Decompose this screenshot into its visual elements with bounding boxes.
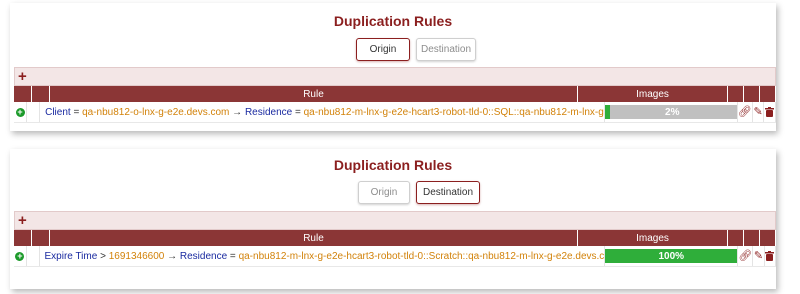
expand-cell: + bbox=[14, 246, 27, 266]
rules-grid: + Rule Images + Expire Time > 1691346600… bbox=[14, 211, 777, 267]
link-icon[interactable]: 🔗︎ bbox=[738, 250, 752, 262]
header-cell-delete bbox=[760, 230, 776, 246]
link-cell: 🔗︎ bbox=[738, 246, 754, 266]
images-column-header: Images bbox=[578, 230, 728, 246]
link-icon[interactable]: 🔗︎ bbox=[738, 106, 752, 118]
rule-text: Expire Time > 1691346600 → Residence = q… bbox=[45, 251, 605, 262]
header-cell-link bbox=[728, 230, 744, 246]
header-cell-blank bbox=[32, 230, 50, 246]
trash-icon[interactable] bbox=[765, 251, 775, 261]
images-cell: 2% bbox=[604, 102, 738, 122]
rule-segment: qa-nbu812-m-lnx-g-e2e-hcart3-robot-tld-0… bbox=[303, 106, 604, 118]
rule-segment: = bbox=[70, 106, 83, 118]
table-row: + Client = qa-nbu812-o-lnx-g-e2e.devs.co… bbox=[14, 102, 776, 123]
expand-cell: + bbox=[14, 102, 28, 122]
rules-grid: + Rule Images + Client = qa-nbu812-o-lnx… bbox=[14, 67, 776, 123]
add-rule-button[interactable]: + bbox=[18, 68, 27, 85]
origin-destination-toggle: Origin Destination bbox=[358, 181, 480, 204]
header-cell-edit bbox=[744, 86, 760, 102]
duplication-rules-panel-origin: Duplication Rules Origin Destination + R… bbox=[10, 3, 776, 131]
rule-column-header: Rule bbox=[50, 230, 578, 246]
edit-cell: ✎ bbox=[753, 102, 765, 122]
grid-header: Rule Images bbox=[14, 86, 776, 102]
add-rule-bar: + bbox=[14, 67, 776, 86]
header-cell-link bbox=[728, 86, 744, 102]
origin-tab-button[interactable]: Origin bbox=[358, 181, 410, 204]
rule-text: Client = qa-nbu812-o-lnx-g-e2e.devs.com … bbox=[45, 107, 604, 118]
blank-cell bbox=[27, 246, 40, 266]
rule-column-header: Rule bbox=[50, 86, 578, 102]
rule-segment: → bbox=[164, 250, 180, 262]
destination-tab-button[interactable]: Destination bbox=[416, 38, 476, 61]
header-cell-expand bbox=[14, 230, 32, 246]
rule-segment: Residence bbox=[244, 106, 293, 118]
images-column-header: Images bbox=[578, 86, 728, 102]
origin-tab-button[interactable]: Origin bbox=[356, 38, 410, 61]
origin-destination-toggle: Origin Destination bbox=[356, 38, 476, 61]
pencil-icon[interactable]: ✎ bbox=[754, 250, 763, 262]
images-progress-label: 2% bbox=[665, 106, 680, 118]
trash-icon[interactable] bbox=[765, 107, 775, 117]
rule-segment: 1691346600 bbox=[108, 250, 165, 262]
delete-cell bbox=[764, 102, 776, 122]
images-progress-bar: 2% bbox=[604, 105, 737, 119]
images-progress-label: 100% bbox=[658, 250, 685, 262]
delete-cell bbox=[765, 246, 777, 266]
pencil-icon[interactable]: ✎ bbox=[753, 106, 762, 118]
header-cell-expand bbox=[14, 86, 32, 102]
rule-cell: Expire Time > 1691346600 → Residence = q… bbox=[40, 246, 606, 266]
rule-segment: Residence bbox=[179, 250, 228, 262]
duplication-rules-panel-destination: Duplication Rules Origin Destination + R… bbox=[10, 149, 777, 289]
rule-segment: > bbox=[97, 250, 109, 262]
rule-segment: = bbox=[292, 106, 304, 118]
header-cell-delete bbox=[760, 86, 776, 102]
add-rule-bar: + bbox=[14, 211, 776, 230]
panel-title: Duplication Rules bbox=[333, 157, 453, 173]
header-cell-edit bbox=[744, 230, 760, 246]
plus-circle-icon[interactable]: + bbox=[15, 251, 25, 261]
rule-segment: qa-nbu812-m-lnx-g-e2e-hcart3-robot-tld-0… bbox=[238, 250, 605, 262]
plus-circle-icon[interactable]: + bbox=[15, 107, 25, 117]
rule-segment: → bbox=[229, 106, 245, 118]
header-cell-blank bbox=[32, 86, 50, 102]
rule-cell: Client = qa-nbu812-o-lnx-g-e2e.devs.com … bbox=[40, 102, 605, 122]
add-rule-button[interactable]: + bbox=[18, 212, 27, 229]
table-row: + Expire Time > 1691346600 → Residence =… bbox=[14, 246, 777, 267]
link-cell: 🔗︎ bbox=[738, 102, 753, 122]
rule-segment: qa-nbu812-o-lnx-g-e2e.devs.com bbox=[82, 106, 230, 118]
grid-header: Rule Images bbox=[14, 230, 776, 246]
panel-title: Duplication Rules bbox=[333, 13, 453, 29]
rule-segment: Client bbox=[45, 106, 71, 118]
rule-segment: Expire Time bbox=[44, 250, 98, 262]
destination-tab-button[interactable]: Destination bbox=[416, 181, 480, 204]
images-cell: 100% bbox=[605, 246, 739, 266]
edit-cell: ✎ bbox=[753, 246, 765, 266]
images-progress-bar: 100% bbox=[605, 249, 738, 263]
blank-cell bbox=[27, 102, 41, 122]
rule-segment: = bbox=[227, 250, 239, 262]
